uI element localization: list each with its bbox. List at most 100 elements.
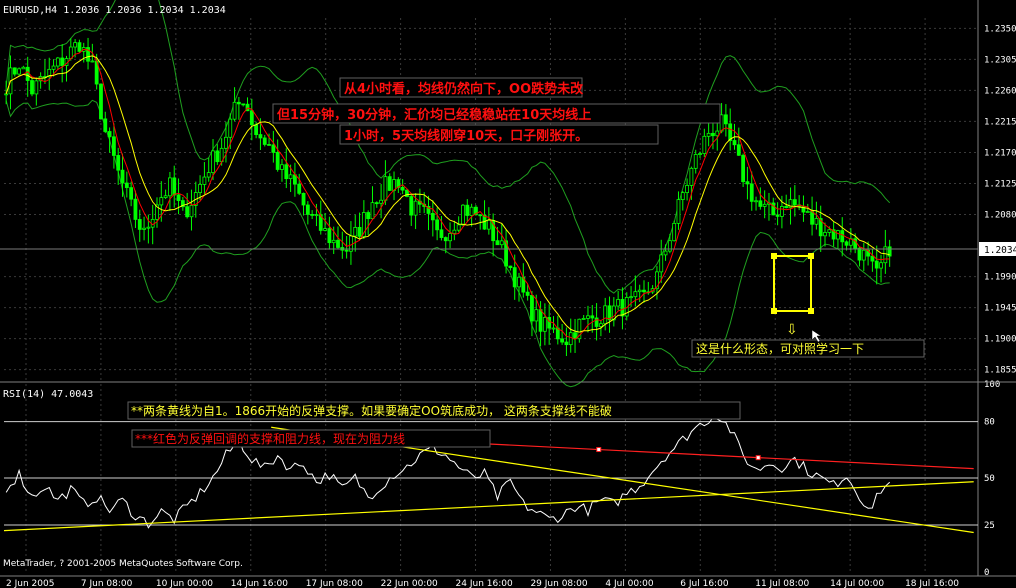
candle-body — [176, 194, 181, 201]
candle-body — [629, 296, 633, 299]
candle-body — [461, 204, 465, 226]
candle-body — [499, 240, 504, 246]
candle-body — [323, 228, 327, 231]
candle-body — [366, 212, 371, 220]
price-tick-label: 1.2305 — [984, 55, 1016, 65]
candle-body — [413, 200, 418, 216]
candle-body — [405, 189, 409, 197]
candle-body — [586, 315, 590, 319]
candle-body — [689, 167, 694, 186]
chart-window[interactable]: 1.2350 1.2305 1.2260 1.2215 1.2170 1.2125 1.20… — [0, 0, 1016, 588]
candle-body — [784, 206, 789, 209]
candle-body — [12, 67, 17, 75]
candle-body — [232, 101, 237, 120]
candle-body — [452, 229, 457, 234]
candle-body — [754, 200, 758, 203]
candle-body — [637, 289, 642, 293]
candle-body — [73, 42, 78, 48]
candle-body — [185, 206, 190, 218]
candle-body — [538, 309, 543, 332]
candle-body — [685, 185, 689, 194]
candle-body — [698, 153, 702, 155]
candle-body — [120, 169, 125, 184]
candle-body — [258, 134, 263, 139]
time-tick-label: 10 Jun 00:00 — [156, 579, 213, 588]
time-tick-label: 6 Jul 16:00 — [680, 579, 729, 588]
candle-body — [137, 219, 142, 230]
candle-body — [357, 226, 362, 237]
rsi-tick-label: 80 — [984, 418, 995, 428]
time-tick-label: 18 Jul 16:00 — [905, 579, 959, 588]
candle-body — [353, 226, 358, 237]
candle-body — [620, 299, 625, 317]
candle-body — [456, 224, 461, 231]
candle-body — [99, 83, 103, 120]
candle-body — [116, 155, 121, 171]
candle-body — [758, 200, 763, 207]
candle-body — [633, 291, 638, 298]
candle-body — [236, 101, 241, 105]
candle-body — [581, 317, 586, 320]
candle-body — [525, 291, 530, 296]
candle-body — [400, 186, 405, 191]
candle-body — [262, 137, 267, 145]
annotation-red-resistance: ***红色为反弹回调的支撑和阻力线，现在为阻力线 — [135, 431, 405, 446]
candle-body — [598, 323, 603, 327]
candle-body — [478, 214, 483, 217]
candle-body — [215, 150, 220, 163]
candle-body — [780, 206, 784, 217]
pattern-arrow-icon: ⇩ — [786, 322, 798, 338]
candle-body — [25, 66, 30, 81]
candle-body — [469, 206, 474, 216]
candle-body — [198, 184, 202, 193]
candle-body — [642, 289, 646, 293]
current-price-label: 1.2034 — [984, 245, 1016, 256]
price-tick-label: 1.2350 — [984, 24, 1016, 34]
time-tick-label: 17 Jun 08:00 — [306, 579, 363, 588]
candle-body — [874, 260, 879, 269]
time-tick-label: 29 Jun 08:00 — [530, 579, 587, 588]
price-tick-label: 1.1855 — [984, 366, 1016, 376]
price-tick-label: 1.2215 — [984, 117, 1016, 127]
candle-body — [551, 327, 556, 330]
candle-body — [310, 214, 315, 216]
time-tick-label: 24 Jun 16:00 — [456, 579, 513, 588]
candle-body — [823, 232, 827, 237]
candle-body — [879, 262, 883, 269]
annotation-1h-ma: 1小时，5天均线刚穿10天，口子刚张开。 — [344, 128, 588, 144]
candle-body — [409, 196, 414, 216]
candle-body — [336, 239, 340, 248]
candle-body — [745, 181, 750, 185]
candle-body — [249, 110, 254, 126]
time-tick-label: 7 Jun 08:00 — [81, 579, 133, 588]
candle-body — [206, 172, 211, 178]
candle-body — [124, 182, 129, 189]
candle-body — [224, 136, 228, 149]
candle-body — [568, 332, 573, 346]
candle-body — [508, 265, 513, 268]
candle-body — [297, 183, 302, 194]
candle-body — [172, 177, 177, 196]
rsi-pane-title: RSI(14) 47.0043 — [3, 389, 93, 400]
candle-body — [30, 80, 34, 95]
candle-body — [51, 65, 56, 70]
candle-body — [443, 237, 448, 242]
candle-body — [732, 140, 737, 146]
candle-body — [241, 103, 246, 106]
candle-body — [267, 144, 271, 146]
candle-body — [284, 164, 289, 180]
candle-body — [288, 174, 293, 180]
candle-body — [107, 131, 112, 138]
rsi-tick-label: 25 — [984, 521, 995, 531]
rsi-trendline-anchor — [596, 447, 602, 453]
candle-body — [564, 341, 569, 346]
candle-body — [517, 276, 521, 288]
candle-body — [857, 247, 862, 261]
annotation-pattern-question: 这是什么形态，可对照学习一下 — [696, 341, 864, 356]
annotation-4h-trend: 从4小时看，均线仍然向下，OO跌势未改 — [344, 81, 584, 97]
candle-body — [21, 66, 26, 70]
candle-body — [17, 68, 21, 75]
candle-body — [168, 177, 172, 197]
candle-body — [275, 151, 280, 170]
candle-body — [792, 199, 797, 206]
